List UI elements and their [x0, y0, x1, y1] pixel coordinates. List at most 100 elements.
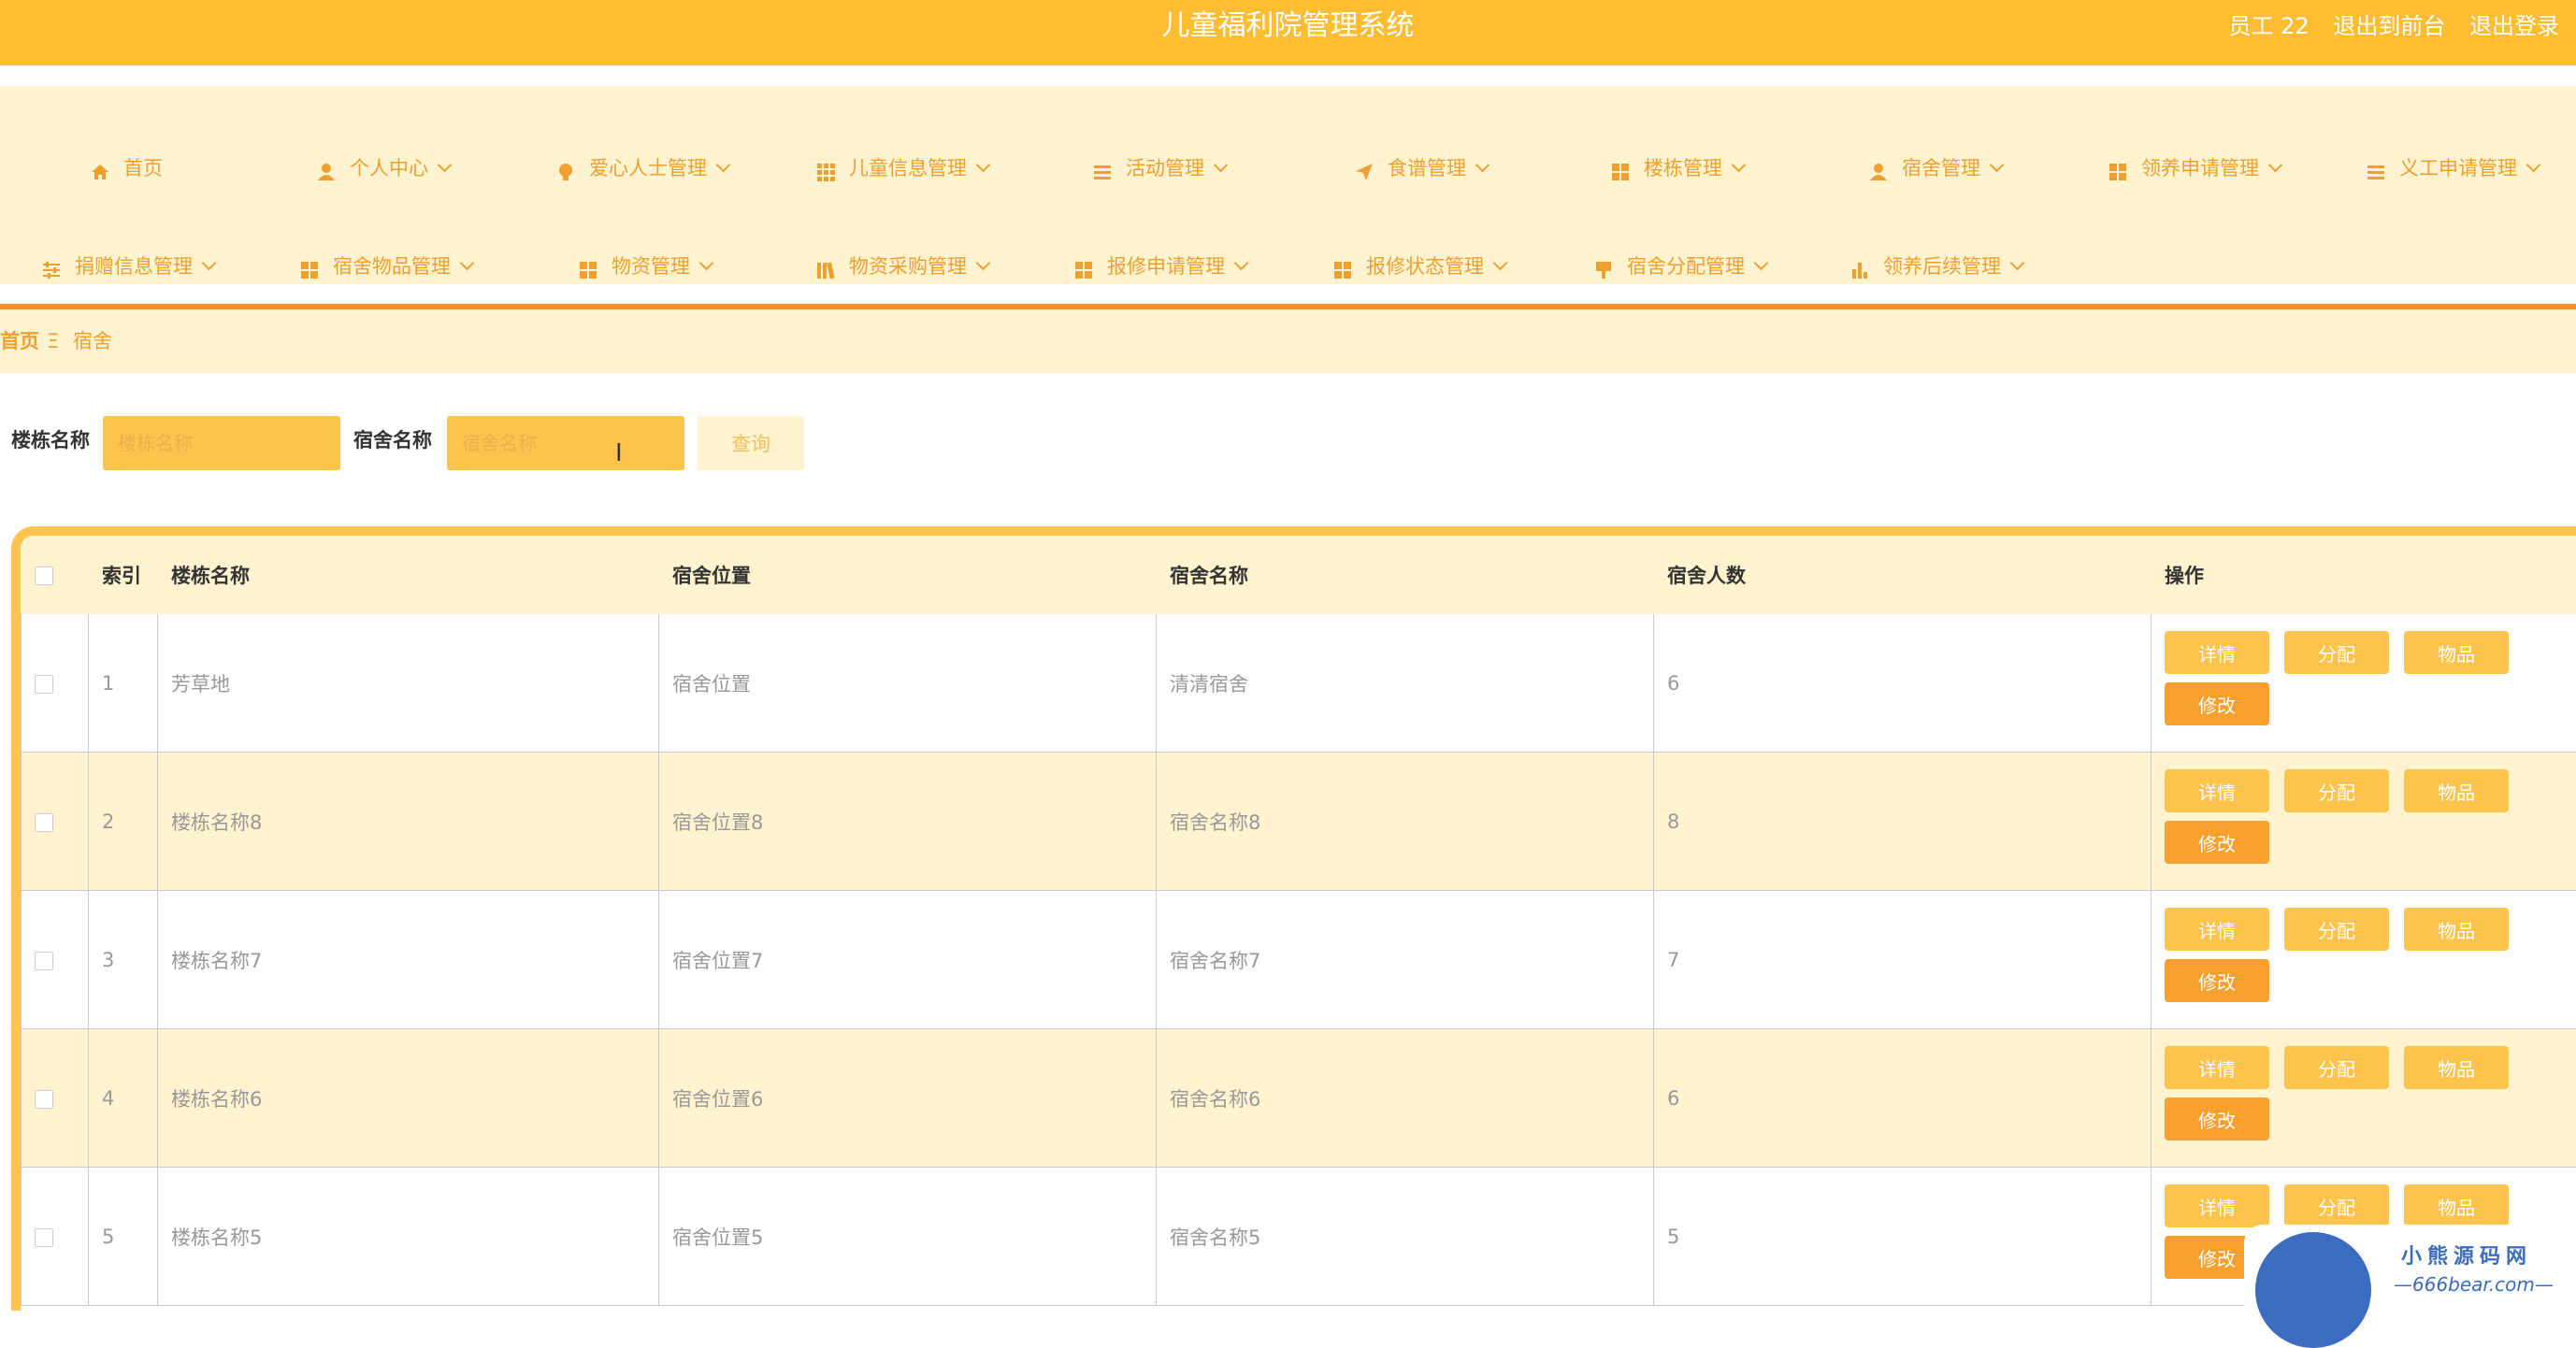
- cell-index: 1: [89, 614, 158, 753]
- detail-button[interactable]: 详情: [2165, 908, 2269, 951]
- cell-location: 宿舍位置8: [659, 753, 1157, 891]
- col-header-building: 楼栋名称: [158, 537, 659, 614]
- col-header-name: 宿舍名称: [1157, 537, 1654, 614]
- apps-icon: [1073, 255, 1094, 276]
- assign-button[interactable]: 分配: [2284, 769, 2389, 812]
- cell-location: 宿舍位置7: [659, 891, 1157, 1029]
- nav-item-row2-7[interactable]: 宿舍分配管理: [1593, 248, 1766, 285]
- query-button[interactable]: 查询: [698, 416, 804, 470]
- col-header-location: 宿舍位置: [659, 537, 1157, 614]
- table-row: 3楼栋名称7宿舍位置7宿舍名称77详情分配物品修改: [22, 891, 2576, 1029]
- main-nav: 首页 个人中心 爱心人士管理 儿童信息管理 活动管理 食谱管理 楼栋管理 宿舍管理 领养申请管理…: [0, 86, 2576, 284]
- nav-item-label: 物资采购管理: [849, 255, 967, 278]
- row-checkbox[interactable]: [35, 1090, 53, 1109]
- detail-button[interactable]: 详情: [2165, 769, 2269, 812]
- nav-item-row1-1[interactable]: 首页: [90, 150, 163, 187]
- assign-button[interactable]: 分配: [2284, 908, 2389, 951]
- cell-actions: 详情分配物品修改: [2151, 1029, 2576, 1168]
- items-button[interactable]: 物品: [2404, 1184, 2509, 1227]
- chevron-down-icon: [2268, 158, 2283, 173]
- row-select-cell[interactable]: [22, 1029, 89, 1168]
- nav-item-row1-3[interactable]: 爱心人士管理: [555, 150, 728, 187]
- library-icon: [815, 255, 836, 276]
- assign-button[interactable]: 分配: [2284, 631, 2389, 674]
- row-checkbox[interactable]: [35, 952, 53, 970]
- select-all-checkbox[interactable]: [35, 566, 53, 585]
- edit-button[interactable]: 修改: [2165, 682, 2269, 725]
- detail-button[interactable]: 详情: [2165, 1046, 2269, 1089]
- list-icon: [2366, 157, 2386, 178]
- nav-item-row1-7[interactable]: 楼栋管理: [1610, 150, 1744, 187]
- row-select-cell[interactable]: [22, 614, 89, 753]
- row-select-cell[interactable]: [22, 753, 89, 891]
- apps-icon: [299, 255, 320, 276]
- assign-button[interactable]: 分配: [2284, 1184, 2389, 1227]
- assign-button[interactable]: 分配: [2284, 1046, 2389, 1089]
- edit-button[interactable]: 修改: [2165, 821, 2269, 864]
- building-input[interactable]: [103, 416, 340, 470]
- nav-item-row2-4[interactable]: 物资采购管理: [815, 248, 988, 285]
- cell-actions: 详情分配物品修改: [2151, 891, 2576, 1029]
- apps-icon: [2108, 157, 2128, 178]
- chevron-down-icon: [976, 256, 991, 271]
- nav-item-row2-3[interactable]: 物资管理: [578, 248, 712, 285]
- cell-building: 芳草地: [158, 614, 659, 753]
- nav-item-row2-8[interactable]: 领养后续管理: [1849, 248, 2022, 285]
- bear-logo-icon: [2255, 1232, 2371, 1348]
- nav-item-row1-8[interactable]: 宿舍管理: [1868, 150, 2002, 187]
- nav-item-row2-5[interactable]: 报修申请管理: [1073, 248, 1246, 285]
- nav-item-row1-5[interactable]: 活动管理: [1092, 150, 1226, 187]
- breadcrumb-home[interactable]: 首页: [0, 309, 39, 373]
- items-button[interactable]: 物品: [2404, 1046, 2509, 1089]
- items-button[interactable]: 物品: [2404, 631, 2509, 674]
- logout-link[interactable]: 退出登录: [2469, 13, 2559, 39]
- chevron-down-icon: [1475, 158, 1490, 173]
- detail-button[interactable]: 详情: [2165, 631, 2269, 674]
- chevron-down-icon: [1732, 158, 1747, 173]
- breadcrumb: 首页 Ξ 宿舍: [0, 309, 2576, 373]
- nav-item-row1-9[interactable]: 领养申请管理: [2108, 150, 2281, 187]
- chevron-down-icon: [716, 158, 731, 173]
- nav-item-label: 领养申请管理: [2141, 157, 2259, 179]
- items-button[interactable]: 物品: [2404, 769, 2509, 812]
- top-header: 儿童福利院管理系统 员工 22 退出到前台 退出登录: [0, 0, 2576, 65]
- row-select-cell[interactable]: [22, 891, 89, 1029]
- cell-actions: 详情分配物品修改: [2151, 614, 2576, 753]
- breadcrumb-separator: Ξ: [47, 309, 59, 373]
- items-button[interactable]: 物品: [2404, 908, 2509, 951]
- building-label: 楼栋名称: [11, 425, 90, 453]
- front-link[interactable]: 退出到前台: [2333, 13, 2445, 39]
- nav-item-row1-2[interactable]: 个人中心: [316, 150, 450, 187]
- cell-actions: 详情分配物品修改: [2151, 753, 2576, 891]
- row-checkbox[interactable]: [35, 1228, 53, 1247]
- chevron-down-icon: [1990, 158, 2005, 173]
- nav-item-row2-2[interactable]: 宿舍物品管理: [299, 248, 472, 285]
- row-select-cell[interactable]: [22, 1168, 89, 1306]
- grid-icon: [815, 157, 836, 178]
- breadcrumb-current: 宿舍: [73, 309, 112, 373]
- row-checkbox[interactable]: [35, 675, 53, 694]
- watermark-text: 小熊源码网: [2401, 1240, 2532, 1269]
- nav-item-label: 宿舍管理: [1902, 157, 1980, 179]
- cell-index: 3: [89, 891, 158, 1029]
- nav-item-row1-10[interactable]: 义工申请管理: [2366, 150, 2539, 187]
- nav-item-label: 儿童信息管理: [849, 157, 967, 179]
- dorm-input[interactable]: [447, 416, 684, 470]
- detail-button[interactable]: 详情: [2165, 1184, 2269, 1227]
- nav-item-row1-4[interactable]: 儿童信息管理: [815, 150, 988, 187]
- nav-item-label: 楼栋管理: [1644, 157, 1722, 179]
- nav-item-row2-1[interactable]: 捐赠信息管理: [41, 248, 214, 285]
- apps-icon: [578, 255, 598, 276]
- nav-item-row1-6[interactable]: 食谱管理: [1354, 150, 1488, 187]
- home-icon: [90, 157, 110, 178]
- row-checkbox[interactable]: [35, 813, 53, 832]
- nav-item-row2-6[interactable]: 报修状态管理: [1332, 248, 1505, 285]
- edit-button[interactable]: 修改: [2165, 1097, 2269, 1140]
- edit-button[interactable]: 修改: [2165, 959, 2269, 1002]
- nav-item-label: 义工申请管理: [2399, 157, 2517, 179]
- cell-name: 宿舍名称6: [1157, 1029, 1654, 1168]
- select-all-cell[interactable]: [22, 537, 89, 614]
- cell-count: 6: [1654, 1029, 2151, 1168]
- watermark-logo: 小熊源码网 —666bear.com—: [2244, 1225, 2576, 1311]
- bulb-icon: [555, 157, 576, 178]
